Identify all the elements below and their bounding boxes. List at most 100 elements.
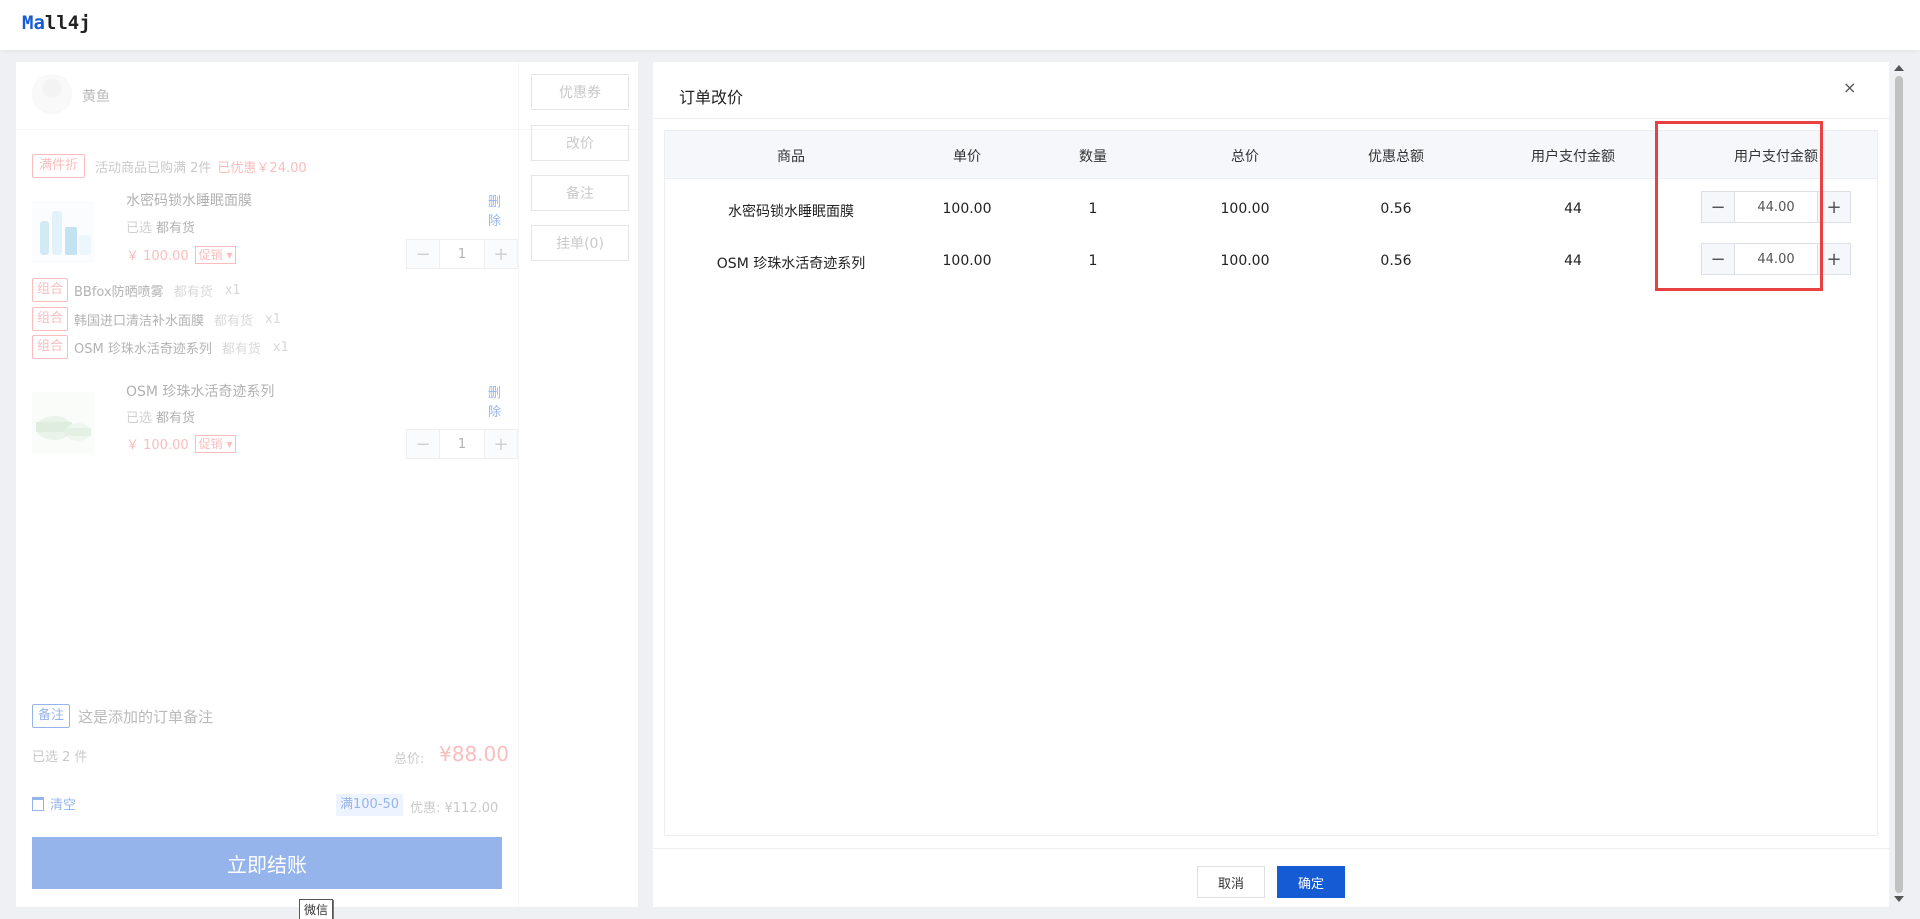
cell-pay: 44 — [1564, 201, 1582, 217]
product-name: OSM 珍珠水活奇迹系列 — [126, 384, 275, 400]
cell-product: OSM 珍珠水活奇迹系列 — [716, 256, 866, 272]
plus-button[interactable]: + — [485, 240, 517, 268]
combo-item: 组合 OSM 珍珠水活奇迹系列 都有货 x1 — [32, 335, 289, 359]
cart-item: 水密码锁水睡眠面膜 删除 已选 都有货 ￥ 100.00 促销 ▾ −1 + — [32, 187, 518, 269]
cell-qty: 1 — [1088, 253, 1098, 269]
quantity-value[interactable]: 1 — [439, 430, 485, 458]
combo-tag: 组合 — [32, 335, 69, 359]
remark-text: 这是添加的订单备注 — [78, 707, 214, 726]
combo-item: 组合 韩国进口清洁补水面膜 都有货 x1 — [32, 307, 281, 331]
user-name: 黄鱼 — [82, 89, 110, 105]
logo-part-1: Ma — [22, 12, 45, 34]
total-value: ¥88.00 — [439, 742, 509, 766]
remark-row: 备注 这是添加的订单备注 — [32, 704, 213, 728]
coupon-button[interactable]: 优惠券 — [531, 74, 629, 110]
total-label: 总价: — [394, 752, 425, 767]
combo-stock: 都有货 — [173, 284, 213, 300]
footer-divider — [653, 848, 1889, 849]
coupon-badge: 满100-50 — [336, 794, 404, 816]
column-header: 数量 — [1079, 149, 1107, 165]
discount-label: 优惠: ¥112.00 — [410, 801, 499, 816]
column-header: 优惠总额 — [1368, 149, 1424, 165]
stock-status: 都有货 — [156, 411, 196, 426]
combo-tag: 组合 — [32, 307, 69, 331]
stock-label: 已选 — [126, 221, 153, 236]
product-price-row: ￥ 100.00 促销 ▾ — [126, 245, 237, 264]
highlight-box — [1655, 121, 1823, 291]
promo-row: 满件折 活动商品已购满 2件 已优惠￥24.00 — [32, 154, 307, 178]
delete-link[interactable]: 删除 — [488, 382, 502, 420]
cell-total: 100.00 — [1220, 253, 1270, 269]
product-image — [32, 392, 94, 454]
top-bar: Mall4j — [0, 0, 1920, 50]
stock-label: 已选 — [126, 411, 153, 426]
product-price-row: ￥ 100.00 促销 ▾ — [126, 434, 237, 453]
close-icon[interactable]: × — [1843, 78, 1856, 97]
stock-status: 都有货 — [156, 221, 196, 236]
cart-panel-content: 黄鱼 满件折 活动商品已购满 2件 已优惠￥24.00 水密码锁水睡眠面膜 删除… — [16, 62, 638, 907]
hold-order-button[interactable]: 挂单(0) — [531, 225, 629, 261]
cell-discount: 0.56 — [1380, 201, 1412, 217]
combo-qty: x1 — [272, 339, 289, 355]
combo-name: BBfox防晒喷雾 — [74, 284, 164, 300]
cell-total: 100.00 — [1220, 201, 1270, 217]
product-stock: 已选 都有货 — [126, 217, 195, 236]
product-name: 水密码锁水睡眠面膜 — [126, 193, 252, 209]
clear-label: 清空 — [50, 798, 77, 813]
column-header: 总价 — [1231, 149, 1259, 165]
product-stock: 已选 都有货 — [126, 407, 195, 426]
plus-button[interactable]: + — [485, 430, 517, 458]
minus-button[interactable]: − — [407, 430, 439, 458]
wechat-tooltip: 微信 — [299, 899, 334, 919]
combo-stock: 都有货 — [214, 313, 254, 329]
delete-link[interactable]: 删除 — [488, 191, 502, 229]
promo-dropdown[interactable]: 促销 ▾ — [194, 434, 237, 453]
quantity-stepper: −1 + — [406, 239, 518, 269]
combo-name: 韩国进口清洁补水面膜 — [74, 313, 205, 329]
combo-qty: x1 — [265, 311, 282, 327]
promo-dropdown[interactable]: 促销 ▾ — [194, 245, 237, 264]
quantity-value[interactable]: 1 — [439, 240, 485, 268]
action-column: 优惠券 改价 备注 挂单(0) — [518, 62, 638, 907]
change-price-button[interactable]: 改价 — [531, 125, 629, 161]
product-price: ￥ 100.00 — [126, 249, 189, 264]
clear-button[interactable]: 清空 — [32, 794, 76, 813]
product-price: ￥ 100.00 — [126, 438, 189, 453]
app-logo[interactable]: Mall4j — [22, 12, 91, 34]
dialog-title: 订单改价 — [679, 88, 744, 107]
column-header: 用户支付金额 — [1531, 149, 1615, 165]
cell-qty: 1 — [1088, 201, 1098, 217]
combo-tag: 组合 — [32, 278, 69, 302]
trash-icon — [32, 796, 44, 811]
promo-text: 活动商品已购满 2件 — [95, 160, 212, 176]
quantity-stepper: −1 + — [406, 429, 518, 459]
cell-unit-price: 100.00 — [942, 253, 992, 269]
logo-part-2: ll4j — [44, 12, 91, 34]
change-price-dialog: 订单改价 × 商品 单价 数量 总价 优惠总额 用户支付金额 用户支付金额 水密… — [653, 62, 1889, 907]
column-header: 商品 — [777, 149, 805, 165]
checkout-button[interactable]: 立即结账 — [32, 837, 502, 889]
page-scrollbar[interactable] — [1892, 62, 1906, 907]
promo-tag: 满件折 — [32, 154, 86, 178]
confirm-button[interactable]: 确定 — [1277, 866, 1345, 898]
scroll-thumb[interactable] — [1895, 76, 1903, 893]
cell-discount: 0.56 — [1380, 253, 1412, 269]
minus-button[interactable]: − — [407, 240, 439, 268]
remark-button[interactable]: 备注 — [531, 175, 629, 211]
avatar — [32, 74, 72, 114]
cart-panel: 黄鱼 满件折 活动商品已购满 2件 已优惠￥24.00 水密码锁水睡眠面膜 删除… — [16, 62, 638, 907]
combo-name: OSM 珍珠水活奇迹系列 — [74, 341, 212, 357]
cell-pay: 44 — [1564, 253, 1582, 269]
remark-tag[interactable]: 备注 — [32, 704, 71, 728]
scroll-up-icon[interactable] — [1894, 65, 1904, 71]
cancel-button[interactable]: 取消 — [1197, 866, 1265, 898]
cart-item: OSM 珍珠水活奇迹系列 删除 已选 都有货 ￥ 100.00 促销 ▾ −1 + — [32, 378, 518, 459]
cell-unit-price: 100.00 — [942, 201, 992, 217]
promo-discount: 已优惠￥24.00 — [217, 160, 307, 176]
scroll-down-icon[interactable] — [1894, 896, 1904, 902]
selected-count: 已选 2 件 — [32, 750, 88, 765]
combo-qty: x1 — [224, 282, 241, 298]
column-header: 单价 — [953, 149, 981, 165]
combo-item: 组合 BBfox防晒喷雾 都有货 x1 — [32, 278, 241, 302]
combo-stock: 都有货 — [221, 341, 261, 357]
